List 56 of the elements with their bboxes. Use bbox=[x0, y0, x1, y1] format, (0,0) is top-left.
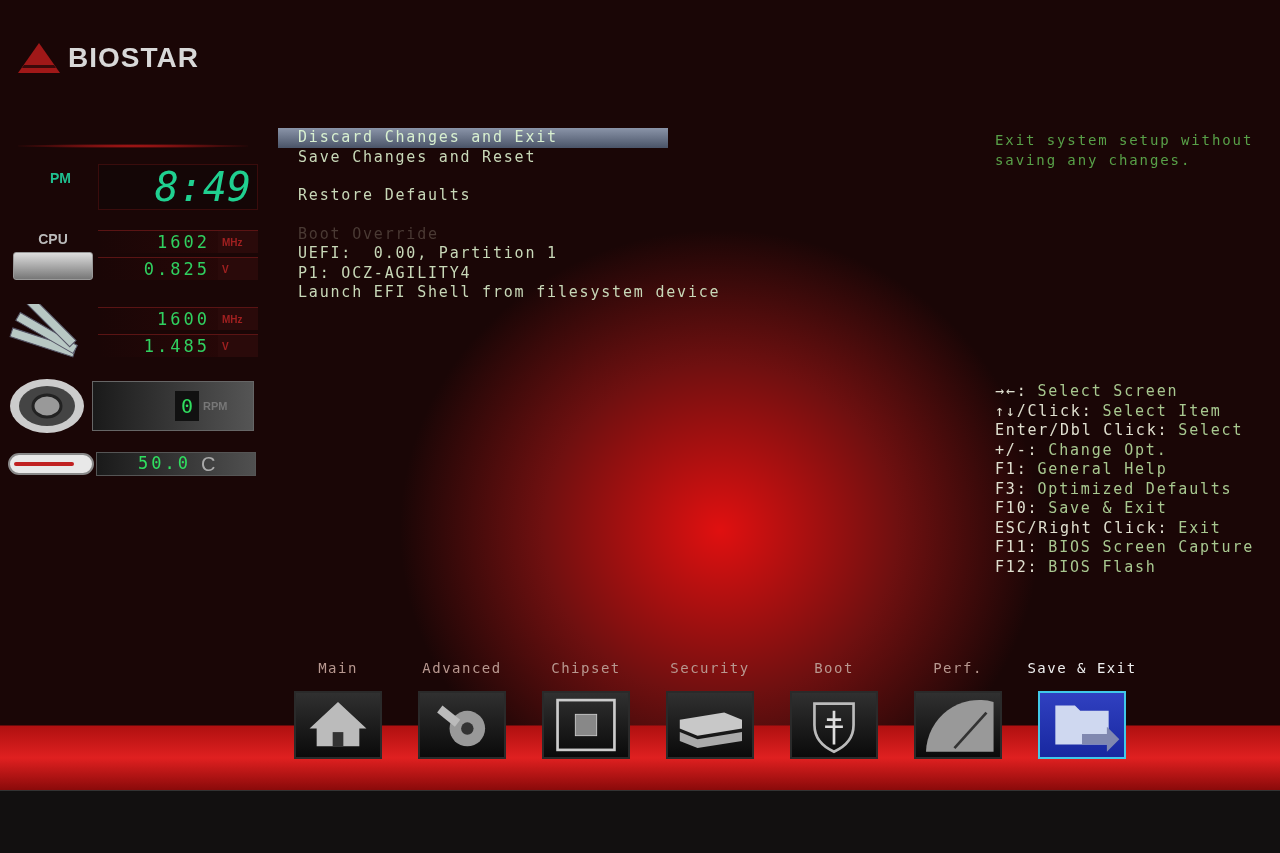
help-text: Exit system setup without saving any changes. bbox=[995, 131, 1255, 170]
tab-icon-button[interactable] bbox=[294, 691, 382, 759]
menu-item[interactable]: P1: OCZ-AGILITY4 bbox=[278, 263, 472, 283]
memory-voltage: 1.485 bbox=[142, 335, 211, 357]
menu-item[interactable]: Discard Changes and Exit bbox=[278, 128, 668, 148]
tab-icon-button[interactable] bbox=[418, 691, 506, 759]
temperature-value: 50.0 bbox=[137, 452, 192, 476]
time-period: PM bbox=[49, 169, 72, 188]
fan-icon bbox=[8, 378, 86, 434]
shortcut-action: Save & Exit bbox=[1048, 499, 1168, 517]
tab-icon-button[interactable] bbox=[542, 691, 630, 759]
thermometer-icon bbox=[8, 453, 94, 475]
shortcut-key: Enter/Dbl Click: bbox=[995, 421, 1169, 439]
tab[interactable]: Main bbox=[318, 648, 358, 678]
shortcut-key: +/-: bbox=[995, 440, 1039, 459]
tab[interactable]: Perf. bbox=[933, 648, 983, 678]
shortcut-action: General Help bbox=[1037, 460, 1168, 478]
shortcut-key: F11: bbox=[995, 538, 1039, 556]
brand-logo: BIOSTAR bbox=[68, 41, 199, 75]
tab-icon-button[interactable] bbox=[914, 691, 1002, 759]
menu-item[interactable]: UEFI: 0.00, Partition 1 bbox=[278, 244, 558, 264]
shortcut-key: ESC/Right Click: bbox=[995, 518, 1169, 537]
memory-frequency: 1600 bbox=[156, 308, 211, 330]
tab[interactable]: Save & Exit bbox=[1027, 648, 1137, 678]
tab[interactable]: Advanced bbox=[422, 648, 502, 678]
shortcut-action: Optimized Defaults bbox=[1037, 479, 1233, 498]
cpu-chip-icon bbox=[13, 252, 93, 280]
tab-icon-button[interactable] bbox=[666, 691, 754, 759]
tab[interactable]: Chipset bbox=[551, 648, 621, 678]
shortcut-key: F3: bbox=[995, 479, 1028, 498]
cpu-voltage: 0.825 bbox=[142, 258, 211, 280]
shortcut-key: F10: bbox=[995, 499, 1039, 517]
clock-display: 8:49 bbox=[98, 164, 258, 210]
cpu-label: CPU bbox=[38, 230, 68, 248]
unit-label: C bbox=[200, 452, 216, 477]
tab-icon-button[interactable] bbox=[1038, 691, 1126, 759]
menu-item[interactable]: Launch EFI Shell from filesystem device bbox=[278, 283, 721, 303]
cpu-frequency: 1602 bbox=[156, 231, 211, 253]
shortcut-key: F1: bbox=[995, 460, 1028, 478]
shortcut-action: Change Opt. bbox=[1048, 440, 1168, 459]
menu-item[interactable]: Save Changes and Reset bbox=[278, 147, 537, 167]
shortcut-action: Select Item bbox=[1102, 401, 1222, 420]
fan-speed: 0 bbox=[174, 391, 199, 421]
tab-icon-button[interactable] bbox=[790, 691, 878, 759]
shortcut-key: ↑↓/Click: bbox=[995, 401, 1093, 420]
tab[interactable]: Security bbox=[670, 648, 750, 678]
logo-triangle-icon bbox=[18, 43, 60, 73]
menu-item[interactable]: Restore Defaults bbox=[278, 186, 472, 206]
shortcut-action: Select bbox=[1178, 421, 1244, 439]
shortcut-action: BIOS Screen Capture bbox=[1048, 538, 1255, 556]
tab[interactable]: Boot bbox=[814, 648, 854, 678]
shortcut-action: Exit bbox=[1178, 518, 1222, 537]
shortcut-key: F12: bbox=[995, 557, 1039, 576]
shortcut-key: →←: bbox=[995, 382, 1028, 400]
shortcut-action: BIOS Flash bbox=[1048, 557, 1157, 576]
shortcut-action: Select Screen bbox=[1037, 382, 1179, 400]
